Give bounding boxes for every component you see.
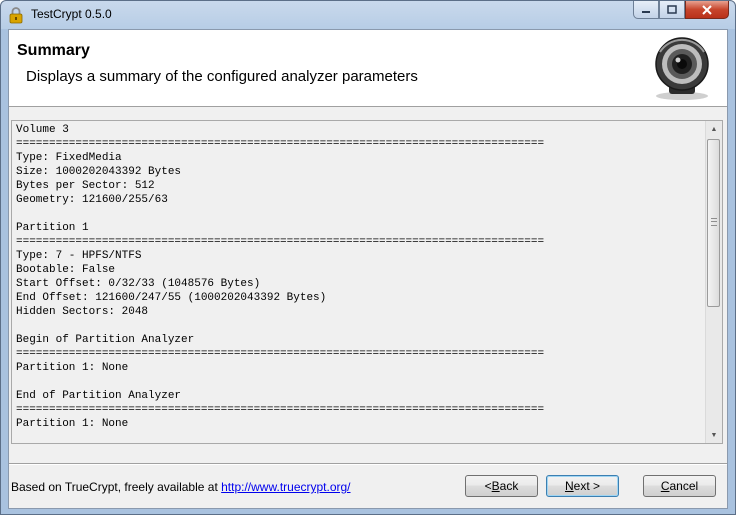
summary-line: Bytes per Sector: 512 bbox=[16, 180, 155, 192]
cancel-button[interactable]: Cancel bbox=[643, 475, 716, 497]
webcam-lens-icon bbox=[655, 37, 709, 100]
summary-line: Partition 1: None bbox=[16, 362, 129, 374]
maximize-button[interactable] bbox=[659, 1, 685, 19]
wizard-header: Summary Displays a summary of the config… bbox=[9, 30, 727, 107]
summary-line: Start Offset: 0/32/33 (1048576 Bytes) bbox=[16, 278, 261, 290]
summary-line: Begin of Partition Analyzer bbox=[16, 334, 195, 346]
summary-line: Volume 3 bbox=[16, 124, 69, 136]
scroll-down-arrow-icon[interactable]: ▼ bbox=[706, 427, 722, 443]
summary-line: Type: 7 - HPFS/NTFS bbox=[16, 250, 142, 262]
summary-line: Partition 1 bbox=[16, 222, 89, 234]
close-button[interactable] bbox=[685, 1, 729, 19]
summary-line: Type: FixedMedia bbox=[16, 152, 122, 164]
summary-line: Partition 1: None bbox=[16, 418, 129, 430]
summary-line: ========================================… bbox=[16, 138, 545, 150]
summary-content: Volume 3 ===============================… bbox=[16, 123, 544, 431]
summary-line: End of Partition Analyzer bbox=[16, 390, 182, 402]
maximize-icon bbox=[667, 5, 677, 14]
window-title: TestCrypt 0.5.0 bbox=[31, 7, 112, 21]
summary-line: ========================================… bbox=[16, 404, 545, 416]
truecrypt-link[interactable]: http://www.truecrypt.org/ bbox=[221, 480, 350, 494]
minimize-icon bbox=[642, 10, 650, 13]
grip-icon bbox=[711, 218, 717, 226]
credit-text: Based on TrueCrypt, freely available at … bbox=[11, 480, 351, 494]
summary-line: End Offset: 121600/247/55 (1000202043392… bbox=[16, 292, 327, 304]
scroll-up-arrow-icon[interactable]: ▲ bbox=[706, 121, 722, 137]
summary-line: Size: 1000202043392 Bytes bbox=[16, 166, 182, 178]
summary-line: Bootable: False bbox=[16, 264, 116, 276]
minimize-button[interactable] bbox=[633, 1, 659, 19]
title-bar[interactable]: TestCrypt 0.5.0 bbox=[1, 1, 735, 29]
padlock-icon bbox=[9, 7, 23, 24]
back-button[interactable]: < Back bbox=[465, 475, 538, 497]
page-title: Summary bbox=[17, 42, 90, 59]
summary-line: Geometry: 121600/255/63 bbox=[16, 194, 168, 206]
wizard-body: Summary Displays a summary of the config… bbox=[8, 29, 728, 509]
footer-divider bbox=[9, 463, 727, 465]
summary-textbox[interactable]: Volume 3 ===============================… bbox=[11, 120, 723, 444]
app-window: TestCrypt 0.5.0 Summary Displays a summa… bbox=[0, 0, 736, 515]
summary-line: ========================================… bbox=[16, 236, 545, 248]
next-button[interactable]: Next > bbox=[546, 475, 619, 497]
summary-line: Hidden Sectors: 2048 bbox=[16, 306, 149, 318]
page-subtitle: Displays a summary of the configured ana… bbox=[26, 68, 418, 85]
scrollbar-thumb[interactable] bbox=[707, 139, 720, 307]
summary-line: ========================================… bbox=[16, 348, 545, 360]
close-icon bbox=[702, 4, 712, 15]
vertical-scrollbar[interactable]: ▲ ▼ bbox=[705, 121, 722, 443]
